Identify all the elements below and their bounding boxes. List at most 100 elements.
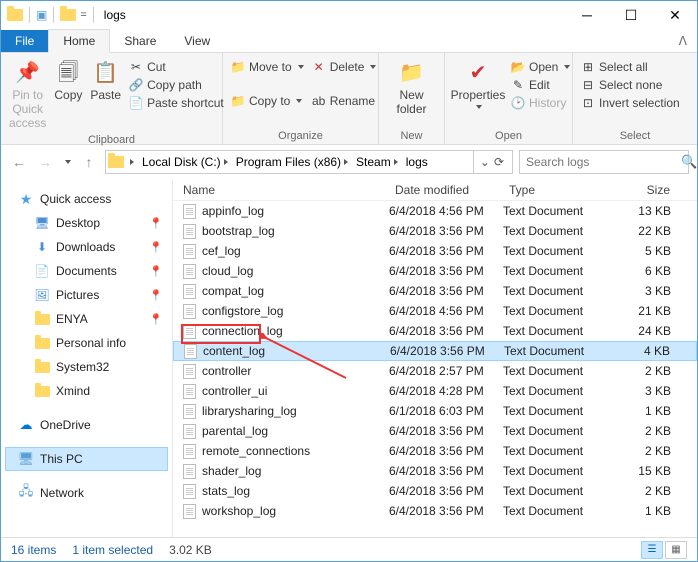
move-to-button[interactable]: 📁Move to [229, 59, 306, 75]
collapse-ribbon-icon[interactable]: ᐱ [669, 30, 697, 52]
col-type-header[interactable]: Type [503, 183, 613, 197]
breadcrumb-seg[interactable]: Program Files (x86) [232, 155, 352, 169]
history-button[interactable]: 🕑History [509, 95, 572, 111]
folder-icon [34, 335, 50, 351]
qat-properties-icon[interactable]: ▣ [36, 8, 47, 22]
file-row[interactable]: bootstrap_log6/4/2018 3:56 PMText Docume… [173, 221, 697, 241]
breadcrumb-seg[interactable]: Local Disk (C:) [138, 155, 232, 169]
rename-button[interactable]: abRename [310, 93, 379, 109]
select-none-icon: ⊟ [581, 78, 595, 92]
search-input[interactable] [526, 155, 681, 169]
paste-button[interactable]: 📋 Paste [88, 57, 123, 105]
close-button[interactable]: ✕ [653, 1, 697, 29]
copy-to-button[interactable]: 📁Copy to [229, 93, 306, 109]
file-row[interactable]: parental_log6/4/2018 3:56 PMText Documen… [173, 421, 697, 441]
document-icon [183, 464, 196, 479]
tree-item[interactable]: ⬇Downloads📍 [5, 235, 168, 259]
document-icon [183, 404, 196, 419]
file-list[interactable]: appinfo_log6/4/2018 4:56 PMText Document… [173, 201, 697, 537]
file-row[interactable]: controller6/4/2018 2:57 PMText Document2… [173, 361, 697, 381]
file-row[interactable]: stats_log6/4/2018 3:56 PMText Document2 … [173, 481, 697, 501]
tree-item[interactable]: Personal info [5, 331, 168, 355]
tree-item[interactable]: 📄Documents📍 [5, 259, 168, 283]
address-bar[interactable]: Local Disk (C:) Program Files (x86) Stea… [105, 150, 513, 174]
select-none-button[interactable]: ⊟Select none [579, 77, 682, 93]
column-headers[interactable]: Name Date modified Type Size [173, 179, 697, 201]
file-row[interactable]: remote_connections6/4/2018 3:56 PMText D… [173, 441, 697, 461]
new-folder-button[interactable]: 📁 New folder [385, 57, 438, 119]
tree-this-pc[interactable]: 🖥This PC [5, 447, 168, 471]
tab-view[interactable]: View [170, 30, 224, 52]
tree-item[interactable]: Xmind [5, 379, 168, 403]
edit-button[interactable]: ✎Edit [509, 77, 572, 93]
folder-icon: 🖼 [34, 287, 50, 303]
select-all-button[interactable]: ⊞Select all [579, 59, 682, 75]
tree-item[interactable]: 🖥Desktop📍 [5, 211, 168, 235]
tree-network[interactable]: 🖧Network [5, 481, 168, 505]
breadcrumb-seg[interactable]: Steam [352, 155, 402, 169]
col-name-header[interactable]: Name [173, 183, 389, 197]
copy-button[interactable]: 🗐 Copy [52, 57, 84, 105]
delete-button[interactable]: ✕Delete [310, 59, 379, 75]
invert-selection-button[interactable]: ⊡Invert selection [579, 95, 682, 111]
select-all-icon: ⊞ [581, 60, 595, 74]
tab-share[interactable]: Share [110, 30, 170, 52]
col-date-header[interactable]: Date modified [389, 183, 503, 197]
tab-file[interactable]: File [1, 30, 48, 52]
ribbon: 📌 Pin to Quick access 🗐 Copy 📋 Paste ✂Cu… [1, 53, 697, 145]
forward-button[interactable]: → [35, 152, 55, 172]
search-box[interactable]: 🔍 [519, 150, 689, 174]
tree-item[interactable]: ENYA📍 [5, 307, 168, 331]
properties-icon: ✔ [464, 59, 492, 87]
folder-icon: 📄 [34, 263, 50, 279]
refresh-button[interactable]: ⌄ ⟳ [473, 151, 510, 173]
tree-item[interactable]: 🖼Pictures📍 [5, 283, 168, 307]
document-icon [183, 224, 196, 239]
file-row[interactable]: compat_log6/4/2018 3:56 PMText Document3… [173, 281, 697, 301]
recent-locations-button[interactable] [61, 152, 73, 172]
icons-view-button[interactable]: ▦ [665, 541, 687, 559]
maximize-button[interactable]: ☐ [609, 1, 653, 29]
tree-item[interactable]: System32 [5, 355, 168, 379]
file-row[interactable]: cef_log6/4/2018 3:56 PMText Document5 KB [173, 241, 697, 261]
file-row[interactable]: appinfo_log6/4/2018 4:56 PMText Document… [173, 201, 697, 221]
file-row[interactable]: content_log6/4/2018 3:56 PMText Document… [173, 341, 697, 361]
paste-icon: 📋 [92, 59, 120, 87]
breadcrumb-seg[interactable]: logs [402, 155, 432, 169]
document-icon [184, 344, 197, 359]
qat-overflow-icon[interactable]: = [80, 9, 86, 21]
file-row[interactable]: cloud_log6/4/2018 3:56 PMText Document6 … [173, 261, 697, 281]
col-size-header[interactable]: Size [613, 183, 697, 197]
copy-path-button[interactable]: 🔗Copy path [127, 77, 226, 93]
details-view-button[interactable]: ☰ [641, 541, 663, 559]
document-icon [183, 504, 196, 519]
pin-quick-access-button[interactable]: 📌 Pin to Quick access [7, 57, 48, 132]
folder-icon [7, 9, 23, 21]
file-row[interactable]: workshop_log6/4/2018 3:56 PMText Documen… [173, 501, 697, 521]
up-button[interactable]: ↑ [79, 152, 99, 172]
status-size: 3.02 KB [169, 543, 212, 557]
file-row[interactable]: configstore_log6/4/2018 4:56 PMText Docu… [173, 301, 697, 321]
paste-shortcut-button[interactable]: 📄Paste shortcut [127, 95, 226, 111]
open-button[interactable]: 📂Open [509, 59, 572, 75]
status-selection: 1 item selected [72, 543, 153, 557]
tree-quick-access[interactable]: ★Quick access [5, 187, 168, 211]
cut-button[interactable]: ✂Cut [127, 59, 226, 75]
file-row[interactable]: connection_log6/4/2018 3:56 PMText Docum… [173, 321, 697, 341]
tab-home[interactable]: Home [48, 29, 110, 53]
nav-tree[interactable]: ★Quick access 🖥Desktop📍⬇Downloads📍📄Docum… [1, 179, 173, 537]
tree-onedrive[interactable]: ☁OneDrive [5, 413, 168, 437]
file-row[interactable]: shader_log6/4/2018 3:56 PMText Document1… [173, 461, 697, 481]
back-button[interactable]: ← [9, 152, 29, 172]
file-row[interactable]: librarysharing_log6/1/2018 6:03 PMText D… [173, 401, 697, 421]
folder-icon [60, 9, 76, 21]
folder-icon [108, 156, 124, 168]
document-icon [183, 204, 196, 219]
pc-icon: 🖥 [18, 451, 34, 467]
properties-button[interactable]: ✔ Properties [451, 57, 505, 111]
document-icon [183, 424, 196, 439]
file-row[interactable]: controller_ui6/4/2018 4:28 PMText Docume… [173, 381, 697, 401]
folder-icon [34, 383, 50, 399]
minimize-button[interactable]: ─ [565, 1, 609, 29]
network-icon: 🖧 [18, 485, 34, 501]
